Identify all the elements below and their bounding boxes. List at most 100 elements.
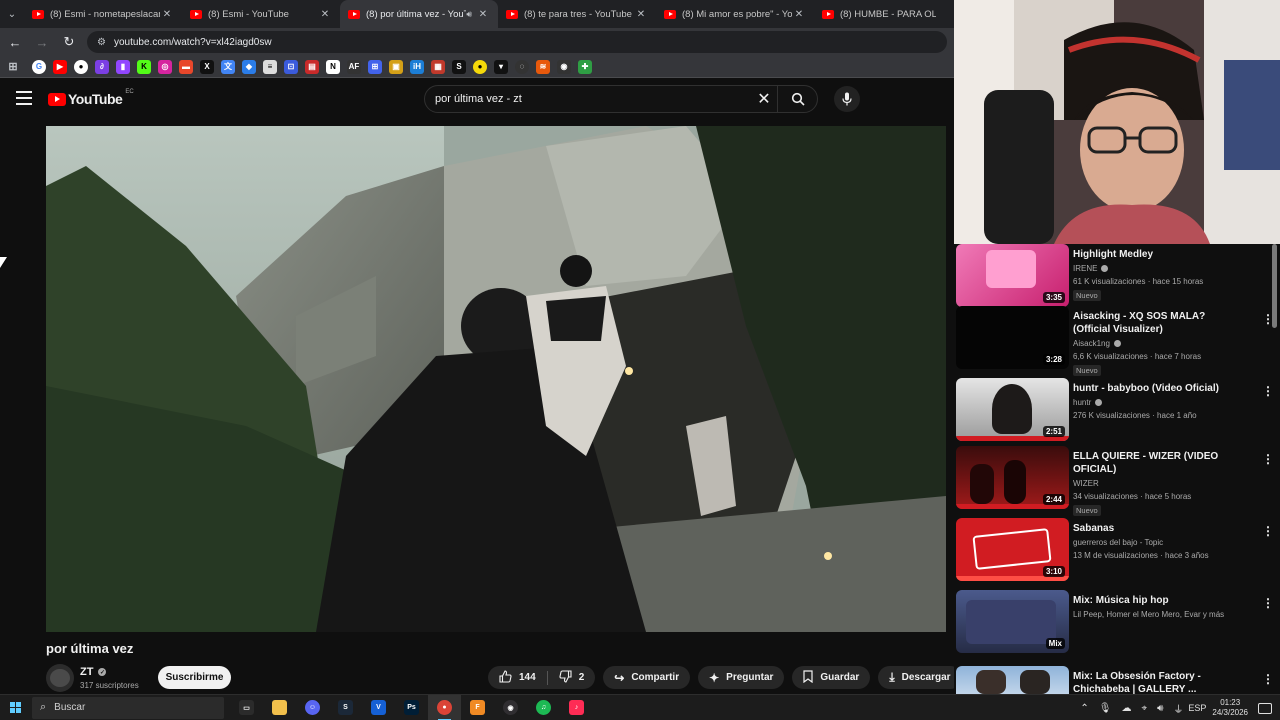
- video-thumbnail[interactable]: 2:51: [956, 378, 1069, 441]
- video-thumbnail[interactable]: 2:44: [956, 446, 1069, 509]
- bookmark-icon[interactable]: ⊞: [368, 59, 382, 74]
- close-tab-icon[interactable]: ✕: [634, 9, 648, 20]
- address-bar[interactable]: ⚙︎ youtube.com/watch?v=xl42iagd0sw: [87, 31, 947, 53]
- twitch-bookmark-icon[interactable]: ▮: [116, 59, 130, 74]
- video-thumbnail[interactable]: 3:10: [956, 518, 1069, 581]
- save-button[interactable]: Guardar: [792, 666, 871, 689]
- browser-tab-active[interactable]: (8) por última vez - YouTub 🔊︎ ✕: [340, 0, 498, 28]
- recommendation-item[interactable]: 2:44 ELLA QUIERE - WIZER (VIDEO OFICIAL)…: [956, 446, 1274, 516]
- browser-tab[interactable]: (8) te para tres - YouTube ✕: [498, 0, 656, 28]
- subscribe-button[interactable]: Suscribirme: [158, 666, 231, 689]
- reload-icon[interactable]: ↻: [57, 30, 81, 54]
- bookmark-icon[interactable]: iH: [410, 59, 424, 74]
- recommendation-item[interactable]: Mix Mix: Música hip hop Lil Peep, Homer …: [956, 590, 1274, 656]
- google-bookmark-icon[interactable]: G: [32, 59, 46, 74]
- close-tab-icon[interactable]: ✕: [476, 9, 490, 20]
- search-input[interactable]: por última vez - zt: [435, 93, 751, 105]
- close-tab-icon[interactable]: ✕: [160, 9, 174, 20]
- chevron-up-icon[interactable]: ⌃: [1080, 703, 1088, 714]
- taskbar-app-task-view[interactable]: ▭: [230, 695, 263, 720]
- notion-bookmark-icon[interactable]: N: [326, 59, 340, 74]
- onedrive-icon[interactable]: ☁︎: [1121, 703, 1131, 714]
- taskbar-app-vegas[interactable]: V: [362, 695, 395, 720]
- more-options-icon[interactable]: ⋮: [1262, 672, 1274, 686]
- taskbar-search[interactable]: ⌕ Buscar: [32, 696, 224, 719]
- speaker-icon[interactable]: 🔊︎: [466, 9, 472, 20]
- video-player[interactable]: [46, 126, 946, 632]
- more-options-icon[interactable]: ⋮: [1262, 312, 1274, 326]
- bookmark-icon[interactable]: ▾: [494, 59, 508, 74]
- browser-tab[interactable]: (8) HUMBE - PARA OLVIDARTE: [814, 0, 944, 28]
- microphone-icon[interactable]: 🎙︎: [1099, 703, 1112, 714]
- bookmark-icon[interactable]: ▦: [431, 59, 445, 74]
- download-button[interactable]: ⤓ Descargar: [878, 666, 962, 689]
- volume-icon[interactable]: 🔊︎: [1157, 703, 1163, 714]
- more-options-icon[interactable]: ⋮: [1262, 452, 1274, 466]
- taskbar-app-spotify[interactable]: ♫: [527, 695, 560, 720]
- taskbar-app-obs[interactable]: ◉: [494, 695, 527, 720]
- language-indicator[interactable]: ESP: [1188, 703, 1206, 713]
- bookmark-icon[interactable]: ◌: [515, 59, 529, 74]
- translate-bookmark-icon[interactable]: 文: [221, 59, 235, 74]
- apps-grid-icon[interactable]: ⊞: [6, 60, 20, 74]
- taskbar-app-fl-studio[interactable]: F: [461, 695, 494, 720]
- back-icon[interactable]: ←: [3, 30, 27, 54]
- recommendation-item[interactable]: Mix: La Obsesión Factory - Chichabeba | …: [956, 666, 1274, 694]
- clock[interactable]: 01:23 24/3/2026: [1212, 698, 1248, 718]
- site-info-icon[interactable]: ⚙︎: [97, 37, 106, 48]
- bookmark-icon[interactable]: ⊡: [284, 59, 298, 74]
- bookmark-icon[interactable]: ≡: [263, 59, 277, 74]
- browser-tab[interactable]: (8) Esmi - nometapeslacara (Off ✕: [24, 0, 182, 28]
- youtube-logo[interactable]: YouTube EC: [48, 89, 134, 107]
- close-tab-icon[interactable]: ✕: [318, 9, 332, 20]
- bookmark-icon[interactable]: ▣: [389, 59, 403, 74]
- video-thumbnail[interactable]: [956, 666, 1069, 694]
- more-options-icon[interactable]: ⋮: [1262, 524, 1274, 538]
- browser-tab[interactable]: (8) Esmi - YouTube ✕: [182, 0, 340, 28]
- video-thumbnail[interactable]: Mix: [956, 590, 1069, 653]
- bookmark-icon[interactable]: ●: [473, 59, 487, 74]
- dislike-button[interactable]: 2: [548, 666, 596, 689]
- taskbar-app-steam[interactable]: S: [329, 695, 362, 720]
- kick-bookmark-icon[interactable]: K: [137, 59, 151, 74]
- taskbar-app-discord[interactable]: ☺: [296, 695, 329, 720]
- forward-icon[interactable]: →: [30, 30, 54, 54]
- bookmark-icon[interactable]: ●: [74, 59, 88, 74]
- bookmark-icon[interactable]: ◆: [242, 59, 256, 74]
- microphone-icon[interactable]: [834, 86, 860, 112]
- bookmark-icon[interactable]: ✚: [578, 59, 592, 74]
- recommendation-item[interactable]: 3:10 Sabanas guerreros del bajo - Topic …: [956, 518, 1274, 584]
- bookmark-icon[interactable]: AF: [347, 59, 361, 74]
- recommendation-item[interactable]: 3:28 Aisacking - XQ SOS MALA? (Official …: [956, 306, 1274, 376]
- share-button[interactable]: ↪ Compartir: [603, 666, 691, 689]
- tab-search-icon[interactable]: ⌄: [0, 0, 24, 28]
- bookmark-icon[interactable]: ▬: [179, 59, 193, 74]
- menu-icon[interactable]: [16, 91, 32, 105]
- x-bookmark-icon[interactable]: X: [200, 59, 214, 74]
- bookmark-icon[interactable]: ▤: [305, 59, 319, 74]
- youtube-bookmark-icon[interactable]: ▶: [53, 59, 67, 74]
- notifications-icon[interactable]: [1258, 702, 1272, 714]
- more-options-icon[interactable]: ⋮: [1262, 384, 1274, 398]
- search-button-icon[interactable]: [777, 86, 817, 112]
- network-icon[interactable]: ⌖: [1141, 703, 1147, 714]
- bookmark-icon[interactable]: ◉: [557, 59, 571, 74]
- taskbar-app-photoshop[interactable]: Ps: [395, 695, 428, 720]
- bookmark-icon[interactable]: ≋: [536, 59, 550, 74]
- bookmark-icon[interactable]: ∂: [95, 59, 109, 74]
- clear-search-icon[interactable]: ✕: [751, 89, 777, 109]
- search-box[interactable]: por última vez - zt ✕: [424, 85, 818, 113]
- recommendation-item[interactable]: 2:51 huntr - babyboo (Video Oficial) hun…: [956, 378, 1274, 444]
- channel-name[interactable]: ZT ✓: [80, 666, 107, 678]
- like-button[interactable]: 144: [488, 666, 547, 689]
- channel-avatar[interactable]: [46, 664, 74, 692]
- taskbar-app-chrome[interactable]: ●: [428, 694, 461, 720]
- video-thumbnail[interactable]: 3:35: [956, 244, 1069, 307]
- start-button[interactable]: [0, 695, 30, 720]
- bookmark-icon[interactable]: S: [452, 59, 466, 74]
- ask-button[interactable]: ✦ Preguntar: [698, 666, 785, 689]
- recommendation-item[interactable]: 3:35 Highlight Medley IRENE 61 K visuali…: [956, 244, 1274, 310]
- more-options-icon[interactable]: ⋮: [1262, 596, 1274, 610]
- video-thumbnail[interactable]: 3:28: [956, 306, 1069, 369]
- taskbar-app-tiktok[interactable]: ♪: [560, 695, 593, 720]
